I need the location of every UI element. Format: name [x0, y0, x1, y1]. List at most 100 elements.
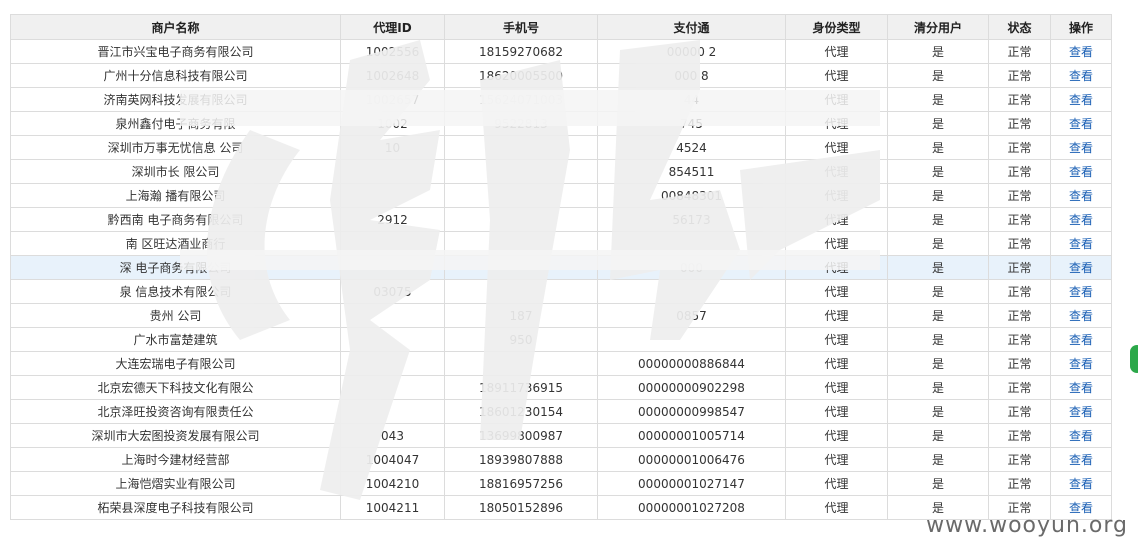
view-link[interactable]: 查看	[1069, 261, 1093, 275]
cell-payment	[597, 327, 786, 352]
cell-merchant-name: 广水市富楚建筑	[10, 327, 341, 352]
cell-identity-type: 代理	[785, 279, 888, 304]
cell-agent-id	[340, 303, 445, 328]
cell-payment	[597, 279, 786, 304]
table-row: 北京泽旺投资咨询有限责任公 18601230154 00000000998547 代理…	[10, 399, 1112, 424]
cell-clearing-user: 是	[887, 399, 989, 424]
cell-status: 正常	[988, 375, 1051, 400]
view-link[interactable]: 查看	[1069, 165, 1093, 179]
table-row: 广水市富楚建筑 950 代理是正常 查看	[10, 327, 1112, 352]
cell-clearing-user: 是	[887, 231, 989, 256]
cell-payment: 56173	[597, 207, 786, 232]
view-link[interactable]: 查看	[1069, 285, 1093, 299]
table-row: 北京宏德天下科技文化有限公 18911736915 00000000902298 代理…	[10, 375, 1112, 400]
side-float-tab[interactable]	[1130, 345, 1138, 373]
cell-phone: 18911736915	[444, 375, 598, 400]
watermark: www.wooyun.org	[926, 513, 1128, 538]
cell-agent-id: 043	[340, 423, 445, 448]
cell-merchant-name: 上海恺熠实业有限公司	[10, 471, 341, 496]
table-row: 广州十分信息科技有限公司 1002648 18620005500 000 8 代理是正常…	[10, 63, 1112, 88]
cell-action: 查看	[1050, 303, 1112, 328]
cell-agent-id: 1004210	[340, 471, 445, 496]
table-row: 泉 信息技术有限公司 03075 代理是正常 查看	[10, 279, 1112, 304]
merchant-table: 商户名称 代理ID 手机号 支付通 身份类型 清分用户 状态 操作 晋江市兴宝电…	[10, 14, 1112, 520]
cell-identity-type: 代理	[785, 183, 888, 208]
cell-identity-type: 代理	[785, 399, 888, 424]
cell-phone	[444, 183, 598, 208]
cell-status: 正常	[988, 183, 1051, 208]
cell-payment: 00000001027208	[597, 495, 786, 520]
cell-payment: 00000 2	[597, 39, 786, 64]
cell-status: 正常	[988, 135, 1051, 160]
view-link[interactable]: 查看	[1069, 45, 1093, 59]
cell-agent-id	[340, 183, 445, 208]
cell-payment: 00000001006476	[597, 447, 786, 472]
header-merchant-name: 商户名称	[10, 14, 341, 40]
cell-agent-id	[340, 255, 445, 280]
view-link[interactable]: 查看	[1069, 333, 1093, 347]
cell-clearing-user: 是	[887, 255, 989, 280]
view-link[interactable]: 查看	[1069, 117, 1093, 131]
cell-payment: 4524	[597, 135, 786, 160]
view-link[interactable]: 查看	[1069, 93, 1093, 107]
cell-phone: 18816957256	[444, 471, 598, 496]
table-row: 大连宏瑞电子有限公司 00000000886844 代理是正常 查看	[10, 351, 1112, 376]
header-identity-type: 身份类型	[785, 14, 888, 40]
cell-agent-id: 1004047	[340, 447, 445, 472]
cell-agent-id: 1002657	[340, 87, 445, 112]
view-link[interactable]: 查看	[1069, 213, 1093, 227]
cell-merchant-name: 晋江市兴宝电子商务有限公司	[10, 39, 341, 64]
cell-action: 查看	[1050, 135, 1112, 160]
cell-phone	[444, 255, 598, 280]
view-link[interactable]: 查看	[1069, 141, 1093, 155]
cell-action: 查看	[1050, 375, 1112, 400]
cell-payment: 00000000902298	[597, 375, 786, 400]
cell-agent-id: 1002	[340, 111, 445, 136]
cell-status: 正常	[988, 231, 1051, 256]
cell-agent-id	[340, 231, 445, 256]
cell-payment: 00000000886844	[597, 351, 786, 376]
cell-identity-type: 代理	[785, 303, 888, 328]
view-link[interactable]: 查看	[1069, 309, 1093, 323]
cell-agent-id	[340, 159, 445, 184]
view-link[interactable]: 查看	[1069, 429, 1093, 443]
view-link[interactable]: 查看	[1069, 237, 1093, 251]
cell-status: 正常	[988, 111, 1051, 136]
header-action: 操作	[1050, 14, 1112, 40]
cell-status: 正常	[988, 39, 1051, 64]
view-link[interactable]: 查看	[1069, 189, 1093, 203]
cell-merchant-name: 上海瀚 播有限公司	[10, 183, 341, 208]
view-link[interactable]: 查看	[1069, 357, 1093, 371]
cell-action: 查看	[1050, 183, 1112, 208]
cell-clearing-user: 是	[887, 111, 989, 136]
cell-action: 查看	[1050, 351, 1112, 376]
cell-identity-type: 代理	[785, 423, 888, 448]
cell-action: 查看	[1050, 279, 1112, 304]
view-link[interactable]: 查看	[1069, 477, 1093, 491]
header-phone: 手机号	[444, 14, 598, 40]
cell-action: 查看	[1050, 87, 1112, 112]
cell-merchant-name: 柘荣县深度电子科技有限公司	[10, 495, 341, 520]
view-link[interactable]: 查看	[1069, 69, 1093, 83]
cell-agent-id: 03075	[340, 279, 445, 304]
view-link[interactable]: 查看	[1069, 453, 1093, 467]
cell-identity-type: 代理	[785, 447, 888, 472]
cell-clearing-user: 是	[887, 87, 989, 112]
cell-merchant-name: 南 区旺达酒业商行	[10, 231, 341, 256]
cell-action: 查看	[1050, 471, 1112, 496]
cell-agent-id	[340, 327, 445, 352]
table-header-row: 商户名称 代理ID 手机号 支付通 身份类型 清分用户 状态 操作	[10, 14, 1112, 40]
cell-merchant-name: 泉 信息技术有限公司	[10, 279, 341, 304]
cell-identity-type: 代理	[785, 159, 888, 184]
cell-merchant-name: 北京宏德天下科技文化有限公	[10, 375, 341, 400]
view-link[interactable]: 查看	[1069, 405, 1093, 419]
cell-phone: 18050152896	[444, 495, 598, 520]
cell-payment: 854511	[597, 159, 786, 184]
cell-action: 查看	[1050, 423, 1112, 448]
cell-action: 查看	[1050, 159, 1112, 184]
cell-identity-type: 代理	[785, 327, 888, 352]
view-link[interactable]: 查看	[1069, 381, 1093, 395]
cell-identity-type: 代理	[785, 351, 888, 376]
table-row: 上海瀚 播有限公司 00848301 代理是正常 查看	[10, 183, 1112, 208]
cell-action: 查看	[1050, 399, 1112, 424]
